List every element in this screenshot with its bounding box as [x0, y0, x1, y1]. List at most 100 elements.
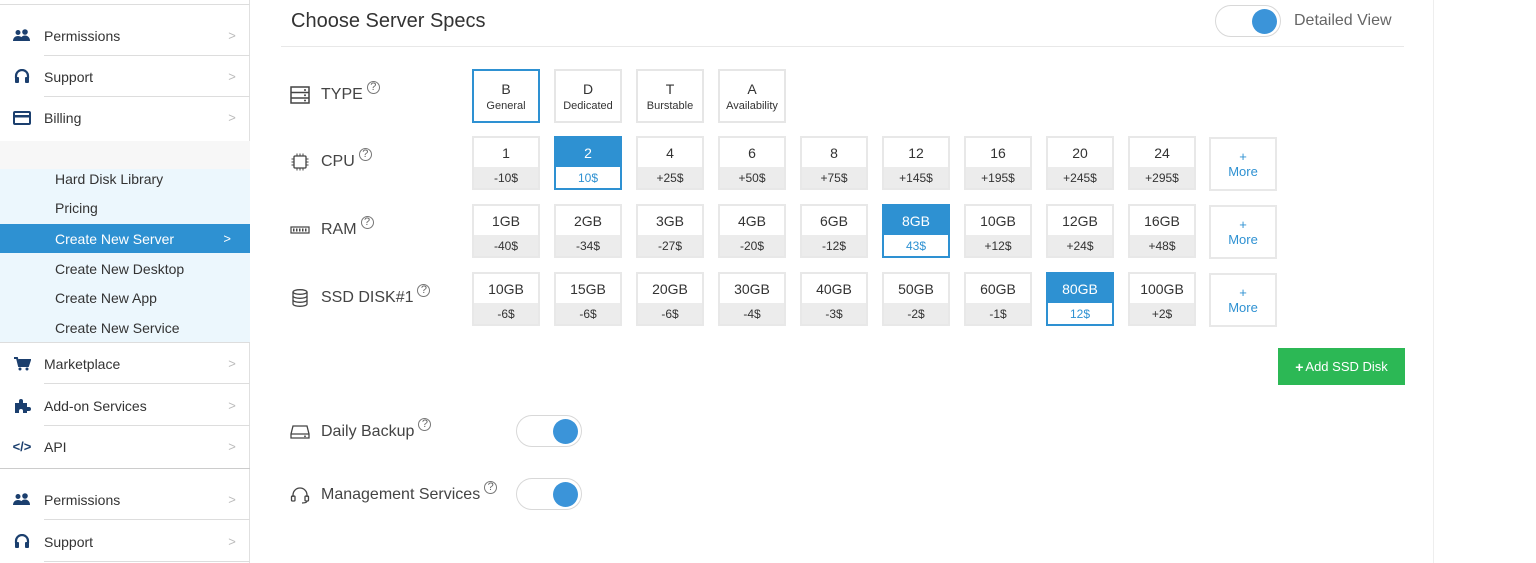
type-option-burstable[interactable]: T Burstable: [636, 69, 704, 123]
ram-option-12gb[interactable]: 12GB +24$: [1046, 204, 1114, 258]
server-icon: [289, 85, 311, 105]
cpu-option-price: +245$: [1048, 167, 1112, 188]
users-icon: [0, 28, 44, 43]
add-ssd-disk-button[interactable]: + Add SSD Disk: [1278, 348, 1405, 385]
cpu-more-button[interactable]: + More: [1209, 137, 1277, 191]
sidebar-item-add-on-services[interactable]: Add-on Services >: [0, 385, 250, 426]
ssd-option-15gb[interactable]: 15GB -6$: [554, 272, 622, 326]
chevron-right-icon: >: [228, 492, 236, 507]
sidebar-item-billing[interactable]: Billing >: [0, 97, 250, 138]
ssd-option-50gb[interactable]: 50GB -2$: [882, 272, 950, 326]
type-label: TYPE: [321, 86, 363, 103]
type-option-name: General: [486, 99, 526, 112]
title-divider: [281, 46, 1404, 47]
ram-option-value: 2GB: [556, 206, 620, 235]
ram-option-4gb[interactable]: 4GB -20$: [718, 204, 786, 258]
help-icon[interactable]: ?: [484, 480, 498, 494]
more-label: More: [1228, 300, 1258, 315]
toggle-knob: [553, 482, 578, 507]
ssd-option-10gb[interactable]: 10GB -6$: [472, 272, 540, 326]
sidebar-subitem-pricing[interactable]: Pricing: [0, 193, 250, 222]
sidebar-item-api[interactable]: </> API >: [0, 426, 250, 467]
ram-option-2gb[interactable]: 2GB -34$: [554, 204, 622, 258]
ram-option-1gb[interactable]: 1GB -40$: [472, 204, 540, 258]
sidebar-subitem-create-new-desktop[interactable]: Create New Desktop: [0, 254, 250, 283]
add-ssd-disk-label: Add SSD Disk: [1305, 359, 1388, 374]
cpu-option-24[interactable]: 24 +295$: [1128, 136, 1196, 190]
sidebar-subitem-create-new-app[interactable]: Create New App: [0, 283, 250, 312]
cpu-option-16[interactable]: 16 +195$: [964, 136, 1032, 190]
ssd-option-price: -3$: [802, 303, 866, 324]
detailed-view-label: Detailed View: [1294, 12, 1392, 29]
help-icon[interactable]: ?: [417, 283, 431, 297]
ssd-option-value: 20GB: [638, 274, 702, 303]
more-label: More: [1228, 164, 1258, 179]
cpu-option-8[interactable]: 8 +75$: [800, 136, 868, 190]
cpu-option-value: 1: [474, 138, 538, 167]
type-option-general[interactable]: B General: [472, 69, 540, 123]
ssd-option-20gb[interactable]: 20GB -6$: [636, 272, 704, 326]
ram-option-price: +24$: [1048, 235, 1112, 256]
sidebar-item-label: Support: [44, 68, 94, 85]
sidebar-subitem-hard-disk-library[interactable]: Hard Disk Library: [0, 164, 250, 193]
sidebar-item-label: Marketplace: [44, 355, 121, 372]
sidebar-subitem-label: Create New Server: [55, 230, 175, 247]
ram-label: RAM: [321, 221, 357, 238]
type-option-letter: D: [582, 80, 594, 97]
help-icon[interactable]: ?: [358, 147, 372, 161]
type-row-label: TYPE ?: [289, 80, 380, 105]
type-option-availability[interactable]: A Availability: [718, 69, 786, 123]
ssd-option-100gb[interactable]: 100GB +2$: [1128, 272, 1196, 326]
ram-option-8gb[interactable]: 8GB 43$: [882, 204, 950, 258]
ram-option-16gb[interactable]: 16GB +48$: [1128, 204, 1196, 258]
cpu-option-price: +50$: [720, 167, 784, 188]
type-option-dedicated[interactable]: D Dedicated: [554, 69, 622, 123]
help-icon[interactable]: ?: [360, 215, 374, 229]
type-option-name: Dedicated: [563, 99, 613, 112]
ram-option-10gb[interactable]: 10GB +12$: [964, 204, 1032, 258]
detailed-view-toggle[interactable]: [1215, 5, 1281, 37]
sidebar-subitem-label: Create New Desktop: [55, 260, 185, 277]
ram-option-value: 3GB: [638, 206, 702, 235]
ssd-option-80gb[interactable]: 80GB 12$: [1046, 272, 1114, 326]
cpu-option-12[interactable]: 12 +145$: [882, 136, 950, 190]
cpu-option-1[interactable]: 1 -10$: [472, 136, 540, 190]
ssd-option-40gb[interactable]: 40GB -3$: [800, 272, 868, 326]
cpu-option-6[interactable]: 6 +50$: [718, 136, 786, 190]
ram-more-button[interactable]: + More: [1209, 205, 1277, 259]
sidebar-item-permissions-2[interactable]: Permissions >: [0, 479, 250, 520]
headset-icon: [289, 485, 311, 505]
sidebar-item-support-2[interactable]: Support >: [0, 521, 250, 562]
sidebar-subitem-create-new-server[interactable]: Create New Server >: [0, 224, 250, 253]
sidebar-subitem-create-new-service[interactable]: Create New Service: [0, 313, 250, 342]
help-icon[interactable]: ?: [418, 417, 432, 431]
ram-option-3gb[interactable]: 3GB -27$: [636, 204, 704, 258]
chevron-right-icon: >: [228, 28, 236, 43]
ssd-more-button[interactable]: + More: [1209, 273, 1277, 327]
ssd-option-60gb[interactable]: 60GB -1$: [964, 272, 1032, 326]
management-services-toggle[interactable]: [516, 478, 582, 510]
daily-backup-toggle[interactable]: [516, 415, 582, 447]
cpu-label: CPU: [321, 153, 355, 170]
plus-icon: +: [1239, 285, 1247, 300]
ram-option-value: 12GB: [1048, 206, 1112, 235]
ssd-option-value: 30GB: [720, 274, 784, 303]
chevron-right-icon: >: [223, 231, 231, 246]
sidebar-item-support[interactable]: Support >: [0, 56, 250, 97]
help-icon[interactable]: ?: [366, 80, 380, 94]
hard-drive-icon: [289, 422, 311, 442]
cpu-option-20[interactable]: 20 +245$: [1046, 136, 1114, 190]
ssd-option-30gb[interactable]: 30GB -4$: [718, 272, 786, 326]
ssd-option-value: 10GB: [474, 274, 538, 303]
ssd-option-price: 12$: [1048, 303, 1112, 324]
ram-option-6gb[interactable]: 6GB -12$: [800, 204, 868, 258]
cpu-option-4[interactable]: 4 +25$: [636, 136, 704, 190]
ssd-option-value: 60GB: [966, 274, 1030, 303]
chevron-right-icon: >: [228, 534, 236, 549]
sidebar-item-permissions[interactable]: Permissions >: [0, 15, 250, 56]
cpu-option-value: 16: [966, 138, 1030, 167]
cpu-option-2[interactable]: 2 10$: [554, 136, 622, 190]
ram-option-price: -12$: [802, 235, 866, 256]
cpu-option-price: 10$: [556, 167, 620, 188]
sidebar-item-marketplace[interactable]: Marketplace >: [0, 343, 250, 384]
